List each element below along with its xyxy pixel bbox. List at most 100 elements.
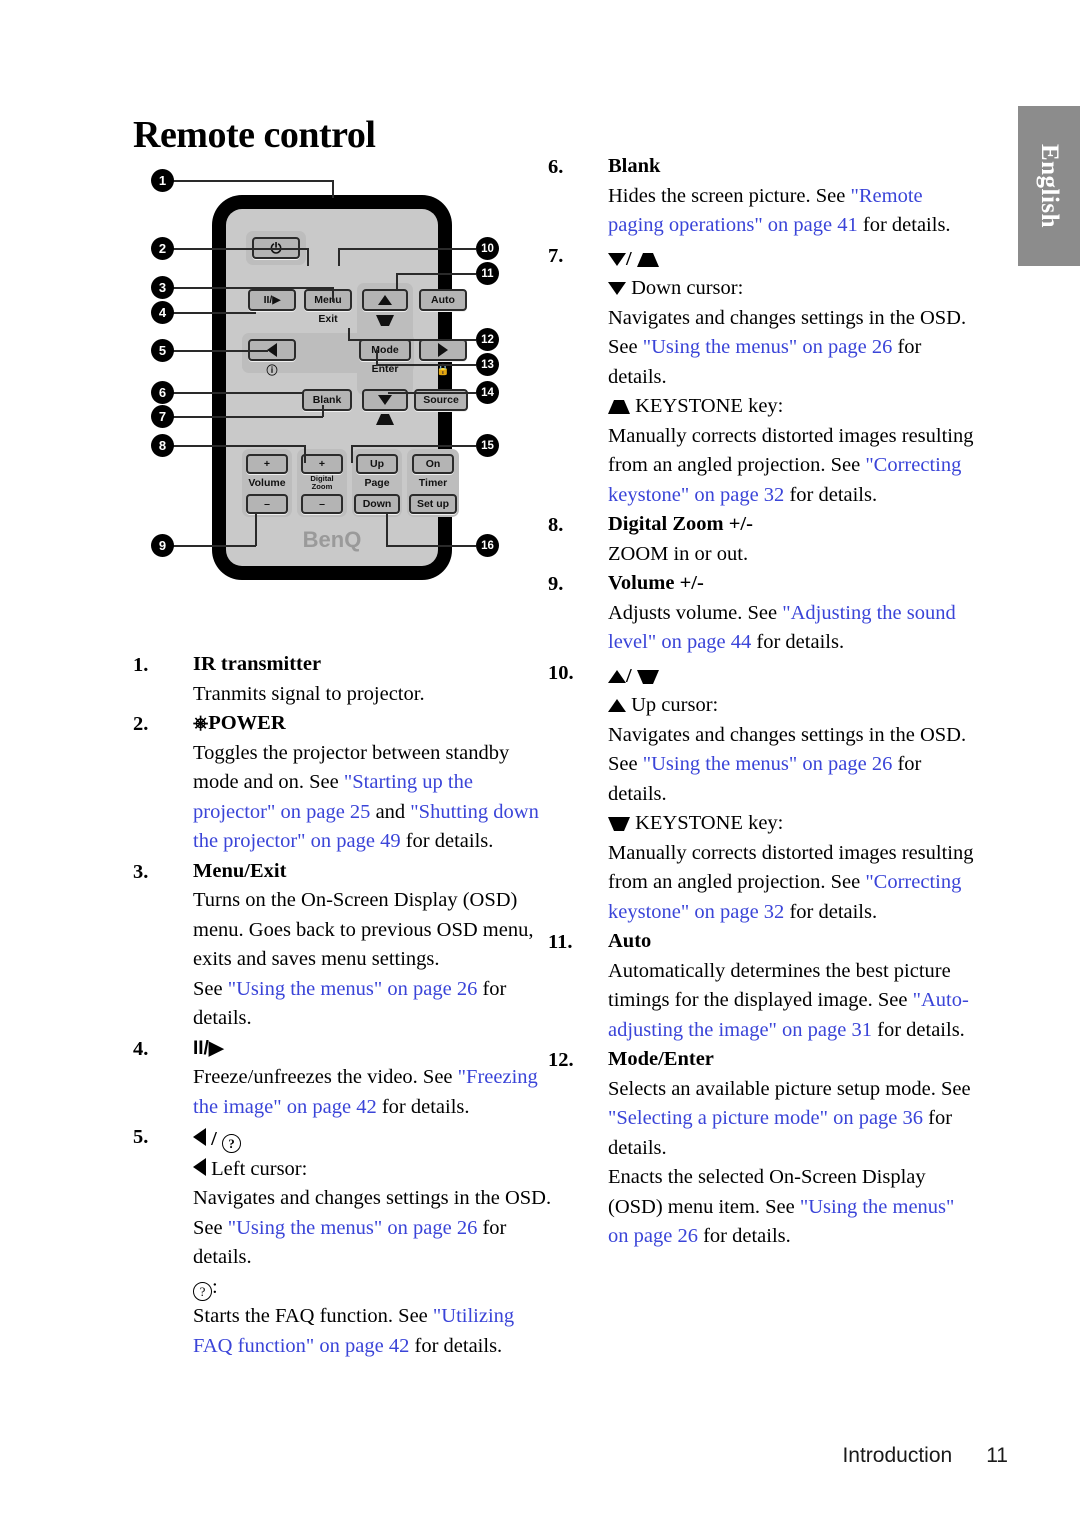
- page-footer: Introduction 11: [0, 1444, 1008, 1468]
- legend-item-8: 8. Digital Zoom +/- ZOOM in or out.: [548, 510, 980, 569]
- remote-faceplate: ⏻ II/▶ Menu Exit Auto: [226, 209, 468, 566]
- t: for details.: [697, 1225, 791, 1247]
- leader-12-v: [348, 328, 350, 340]
- legend-item-6-title: Blank: [608, 155, 661, 177]
- key-zoom-plus[interactable]: +: [301, 454, 343, 474]
- key-freeze[interactable]: II/▶: [248, 289, 296, 311]
- legend-item-7: 7. / Down cursor: Navigates and changes …: [548, 241, 980, 511]
- callout-2: 2: [151, 237, 174, 260]
- footer-section-label: Introduction: [842, 1444, 953, 1467]
- legend-column-left: 1. IR transmitter Tranmits signal to pro…: [133, 650, 553, 1361]
- leader-9-v: [255, 513, 257, 546]
- t: Starts the FAQ function. See: [193, 1305, 433, 1327]
- legend-item-12-title: Mode/Enter: [608, 1048, 714, 1070]
- key-page-down[interactable]: Down: [354, 494, 400, 514]
- key-page-down-label: Down: [362, 498, 392, 510]
- arrow-right-icon: [438, 343, 448, 357]
- legend-item-5-sub2: ?:: [193, 1273, 553, 1303]
- key-zoom-minus[interactable]: –: [301, 494, 343, 514]
- key-zoom-plus-label: +: [318, 458, 326, 470]
- legend-item-11-number: 11.: [548, 931, 573, 953]
- leader-1-v: [332, 180, 334, 198]
- key-auto-label: Auto: [431, 294, 455, 306]
- legend-item-1-desc: Tranmits signal to projector.: [193, 682, 425, 705]
- t: for details.: [751, 631, 845, 653]
- legend-item-4: 4. II/▶ Freeze/unfreezes the video. See …: [133, 1034, 553, 1123]
- legend-column-right: 6. Blank Hides the screen picture. See "…: [548, 152, 980, 1252]
- leader-8-h: [163, 445, 305, 447]
- link-using-the-menus-5[interactable]: "Using the menus" on page 26: [228, 1217, 478, 1239]
- keystone-down-icon-legend: [636, 669, 659, 684]
- legend-item-11: 11. Auto Automatically determines the be…: [548, 927, 980, 1045]
- legend-item-11-desc: Automatically determines the best pictur…: [608, 957, 980, 1046]
- legend-item-3: 3. Menu/Exit Turns on the On-Screen Disp…: [133, 857, 553, 1034]
- power-symbol-icon: ⎈: [193, 712, 209, 734]
- legend-item-2-title-text: POWER: [208, 712, 286, 734]
- leader-9-h: [163, 545, 256, 547]
- legend-item-3-title: Menu/Exit: [193, 859, 287, 882]
- volume-group-label: Volume: [248, 477, 286, 489]
- keystone-up-icon-legend: [636, 252, 659, 267]
- page-title: Remote control: [133, 114, 376, 157]
- legend-item-4-desc: Freeze/unfreezes the video. See "Freezin…: [193, 1063, 553, 1122]
- legend-item-3-desc2: See "Using the menus" on page 26 for det…: [193, 975, 553, 1034]
- key-volume-minus[interactable]: –: [246, 494, 288, 514]
- t: for details.: [400, 830, 494, 852]
- key-timer-setup[interactable]: Set up: [409, 494, 457, 514]
- key-blank[interactable]: Blank: [302, 389, 352, 411]
- key-left-help-icon: ⓘ: [266, 365, 278, 377]
- left-cursor-icon: [193, 1128, 206, 1146]
- leader-11-v: [396, 273, 398, 291]
- legend-item-10-title: /: [608, 658, 980, 692]
- key-up[interactable]: [362, 289, 408, 311]
- callout-3: 3: [151, 276, 174, 299]
- freeze-play-icon: II/▶: [193, 1037, 224, 1059]
- callout-16: 16: [476, 534, 499, 557]
- t: for details.: [857, 214, 951, 236]
- legend-item-9-title: Volume +/-: [608, 572, 704, 594]
- language-side-tab-label: English: [1036, 143, 1063, 229]
- leader-7-h: [163, 416, 323, 418]
- callout-1: 1: [151, 169, 174, 192]
- down-cursor-icon: [608, 252, 626, 266]
- key-zoom-minus-label: –: [319, 498, 325, 510]
- t: See: [193, 977, 228, 1000]
- arrow-left-icon: [267, 343, 277, 357]
- key-source-label: Source: [423, 394, 459, 406]
- key-blank-label: Blank: [312, 394, 342, 406]
- legend-item-12-number: 12.: [548, 1049, 574, 1071]
- callout-7: 7: [151, 405, 174, 428]
- key-menu[interactable]: Menu: [304, 289, 352, 311]
- leader-2-v: [307, 248, 309, 266]
- link-selecting-a-picture-mode[interactable]: "Selecting a picture mode" on page 36: [608, 1107, 923, 1129]
- key-timer-on[interactable]: On: [412, 454, 454, 474]
- link-using-the-menus-7[interactable]: "Using the menus" on page 26: [643, 336, 893, 358]
- leader-16-v: [386, 513, 388, 546]
- t: Automatically determines the best pictur…: [608, 959, 951, 1012]
- legend-item-6-number: 6.: [548, 156, 564, 178]
- legend-item-7-number: 7.: [548, 244, 564, 267]
- link-using-the-menus-10[interactable]: "Using the menus" on page 26: [643, 753, 893, 775]
- t: Selects an available picture setup mode.…: [608, 1077, 971, 1100]
- benq-logo: BenQ: [302, 527, 362, 552]
- leader-5-h: [163, 350, 268, 352]
- key-menu-label: Menu: [314, 294, 342, 306]
- key-page-up[interactable]: Up: [356, 454, 398, 474]
- key-right[interactable]: [419, 339, 467, 361]
- legend-item-1: 1. IR transmitter Tranmits signal to pro…: [133, 650, 553, 709]
- key-mode[interactable]: Mode: [359, 339, 411, 361]
- key-auto[interactable]: Auto: [419, 289, 467, 311]
- leader-7-v: [322, 405, 324, 417]
- key-volume-plus-label: +: [263, 458, 271, 470]
- timer-group-label: Timer: [418, 477, 448, 489]
- key-volume-plus[interactable]: +: [246, 454, 288, 474]
- link-using-the-menus-3[interactable]: "Using the menus" on page 26: [228, 978, 478, 1000]
- legend-item-5-desc2: Starts the FAQ function. See "Utilizing …: [193, 1302, 553, 1361]
- arrow-up-icon: [378, 295, 392, 305]
- callout-14: 14: [476, 381, 499, 404]
- legend-item-10-sub1: Up cursor:: [608, 691, 980, 721]
- t: for details.: [784, 900, 878, 923]
- key-timer-setup-label: Set up: [416, 498, 450, 510]
- legend-item-10-desc: Navigates and changes settings in the OS…: [608, 721, 980, 810]
- leader-3-h: [163, 287, 333, 289]
